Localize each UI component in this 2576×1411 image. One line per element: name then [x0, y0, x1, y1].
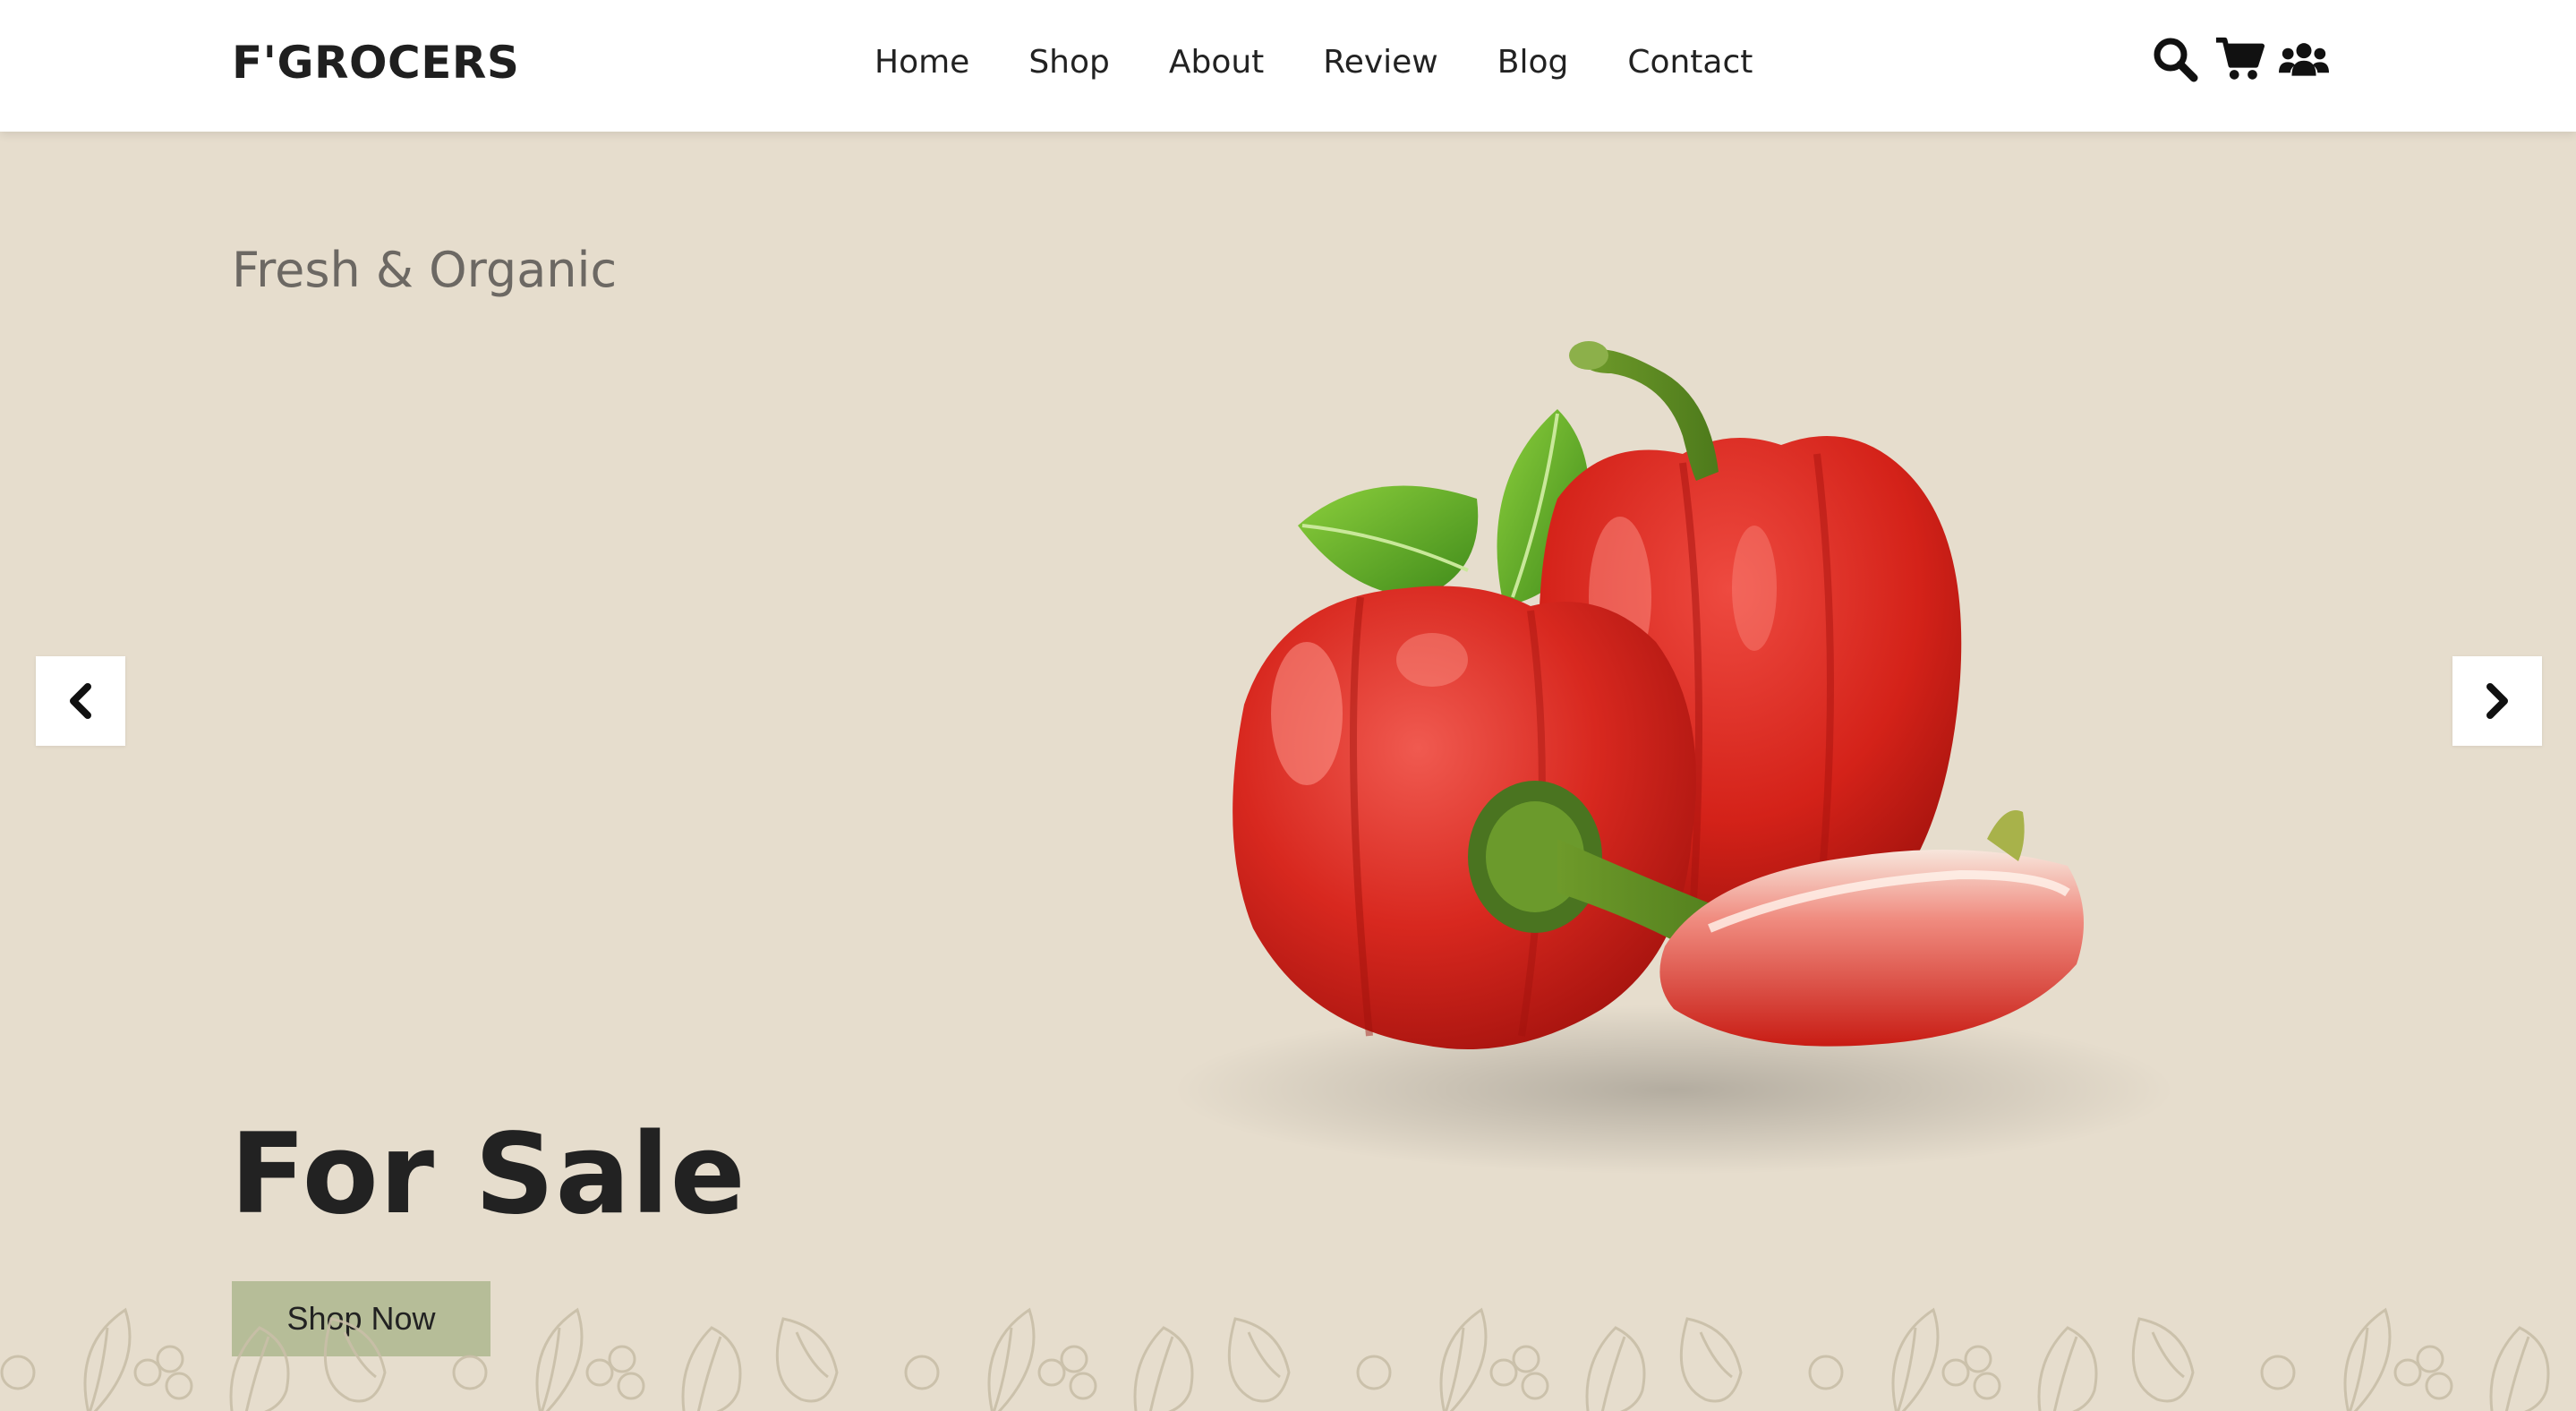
- nav-home[interactable]: Home: [874, 39, 969, 86]
- nav-review[interactable]: Review: [1323, 39, 1437, 86]
- chevron-left-icon: [70, 683, 91, 719]
- hero-title: For Sale: [230, 1110, 746, 1239]
- users-icon[interactable]: [2279, 34, 2329, 84]
- logo[interactable]: F'GROCERS: [232, 36, 519, 90]
- search-icon[interactable]: [2150, 34, 2200, 84]
- site-header: F'GROCERS Home Shop About Review Blog Co…: [0, 0, 2576, 132]
- red-bell-peppers-image: [1173, 341, 2175, 1175]
- nav-contact[interactable]: Contact: [1627, 39, 1753, 86]
- chevron-right-icon: [2486, 683, 2508, 719]
- main-nav: Home Shop About Review Blog Contact: [874, 39, 1753, 86]
- next-slide-button[interactable]: [2452, 656, 2542, 746]
- hero-section: Fresh & Organic For Sale Shop Now: [0, 132, 2576, 1411]
- decorative-veggie-pattern: [0, 1307, 2576, 1411]
- nav-about[interactable]: About: [1169, 39, 1264, 86]
- cart-icon[interactable]: [2214, 34, 2265, 84]
- prev-slide-button[interactable]: [36, 656, 125, 746]
- header-icons: [2150, 34, 2329, 84]
- hero-subtitle: Fresh & Organic: [232, 242, 618, 298]
- nav-shop[interactable]: Shop: [1028, 39, 1110, 86]
- nav-blog[interactable]: Blog: [1497, 39, 1569, 86]
